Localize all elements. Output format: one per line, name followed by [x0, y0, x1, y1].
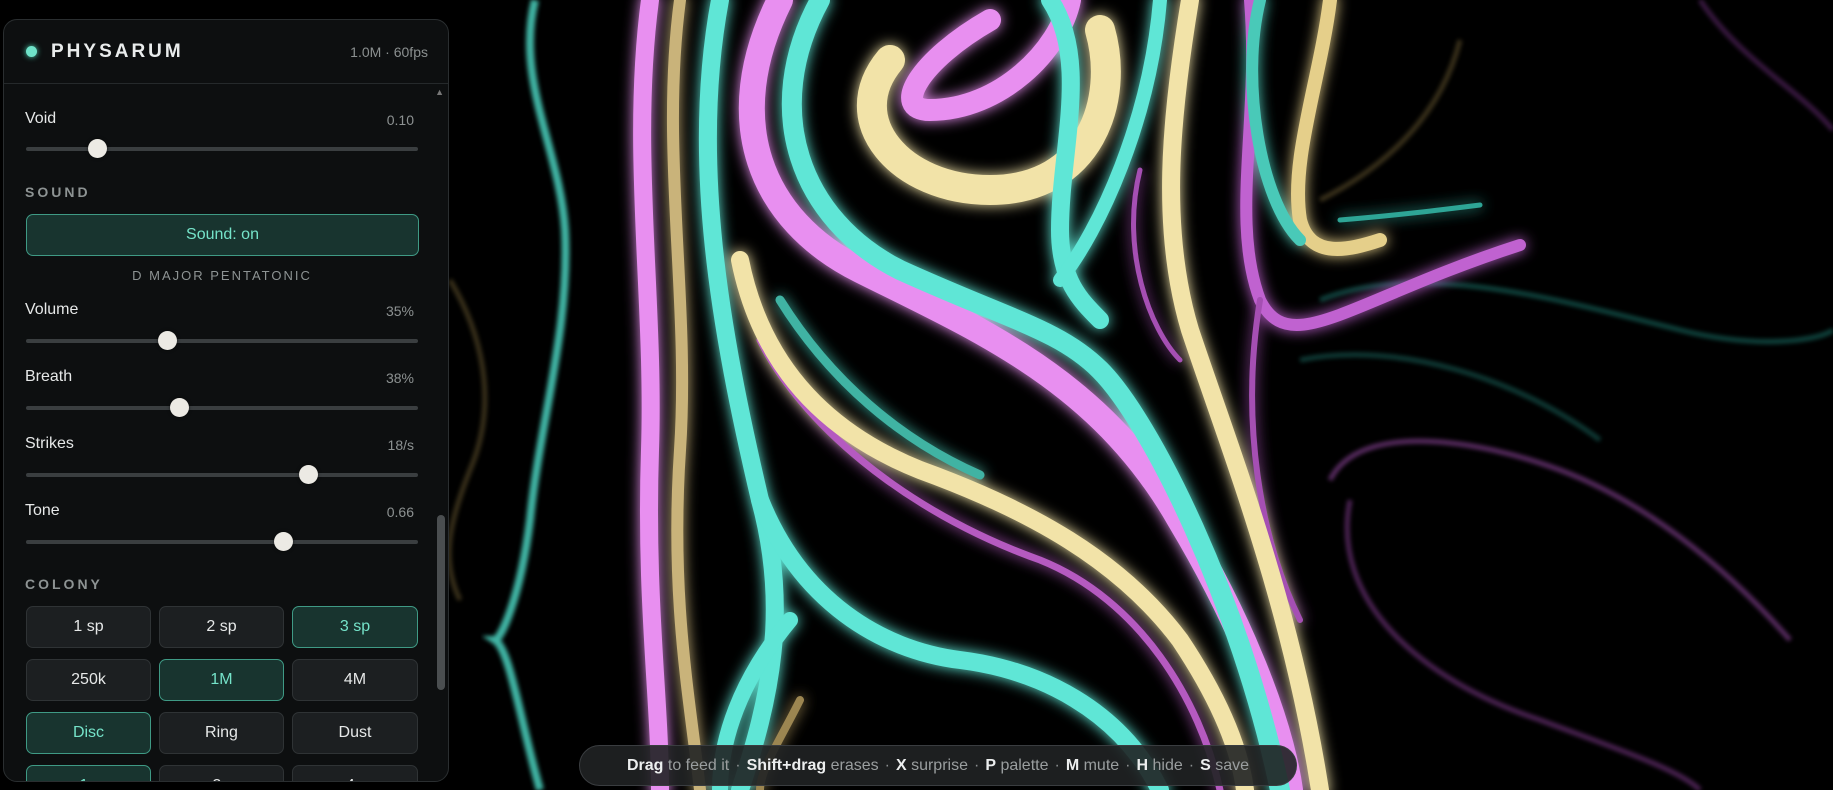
hint-key-s: S: [1200, 756, 1211, 774]
section-title-sound: SOUND: [25, 184, 91, 200]
species-2-button[interactable]: 2 sp: [159, 606, 284, 648]
panel-header: PHYSARUM 1.0M · 60fps: [4, 20, 448, 84]
agents-4m-button[interactable]: 4M: [292, 659, 418, 701]
hint-separator: ·: [884, 756, 890, 774]
slider-label-volume: Volume: [25, 301, 79, 318]
app-title: PHYSARUM: [51, 40, 184, 62]
seed-ring-button[interactable]: Ring: [159, 712, 284, 754]
speed-2x-button[interactable]: 2×: [159, 765, 284, 781]
hint-separator: ·: [1125, 756, 1131, 774]
hint-separator: ·: [1054, 756, 1060, 774]
slider-value-breath: 38%: [385, 370, 414, 386]
slider-thumb-tone[interactable]: [273, 532, 293, 551]
status-indicator-icon: [26, 46, 37, 57]
slider-value-strikes: 18/s: [387, 437, 414, 453]
hint-key-m: M: [1065, 756, 1080, 774]
hint-action-m: mute: [1083, 756, 1120, 774]
hint-action-drag: to feed it: [667, 756, 730, 774]
hint-key-shift-drag: Shift+drag: [746, 756, 827, 774]
slider-track-tone[interactable]: [26, 532, 418, 551]
slider-track-volume[interactable]: [26, 331, 418, 350]
slider-thumb-breath[interactable]: [169, 398, 189, 417]
hint-separator: ·: [973, 756, 980, 774]
hint-action-s: save: [1215, 756, 1250, 774]
hint-key-x: X: [895, 756, 907, 774]
fps-readout: 1.0M · 60fps: [350, 43, 428, 60]
hint-key-p: P: [985, 756, 996, 774]
slider-track-void[interactable]: [26, 139, 418, 158]
keyboard-hint-bar: Drag to feed it · Shift+drag erases · X …: [579, 745, 1297, 786]
speed-4x-button[interactable]: 4×: [292, 765, 418, 781]
agents-1m-button[interactable]: 1M: [159, 659, 284, 701]
species-1-button[interactable]: 1 sp: [26, 606, 151, 648]
slider-value-void: 0.10: [386, 112, 414, 128]
hint-key-h: H: [1136, 756, 1149, 774]
hint-action-h: hide: [1152, 756, 1183, 774]
slider-thumb-void[interactable]: [87, 139, 107, 158]
slider-label-tone: Tone: [25, 502, 60, 519]
seed-dust-button[interactable]: Dust: [292, 712, 418, 754]
hint-key-drag: Drag: [626, 756, 664, 774]
hint-action-shift-drag: erases: [830, 756, 879, 774]
slider-track-breath[interactable]: [26, 398, 418, 417]
seed-disc-button[interactable]: Disc: [26, 712, 151, 754]
slider-track-strikes[interactable]: [26, 465, 418, 484]
species-3-button[interactable]: 3 sp: [292, 606, 418, 648]
sound-toggle-button[interactable]: Sound: on: [26, 214, 419, 256]
hint-separator: ·: [735, 756, 741, 774]
slider-label-breath: Breath: [25, 368, 73, 385]
hint-action-p: palette: [1000, 756, 1049, 774]
hint-separator: ·: [1188, 756, 1195, 774]
control-panel: PHYSARUM 1.0M · 60fps Void 0.10 SOUND So…: [3, 19, 449, 782]
panel-scrollbar-thumb[interactable]: [437, 515, 445, 690]
slider-value-volume: 35%: [385, 303, 414, 319]
hint-action-x: surprise: [911, 756, 968, 774]
slider-thumb-volume[interactable]: [158, 331, 178, 350]
slider-thumb-strikes[interactable]: [299, 465, 319, 484]
sound-scale-label: D MAJOR PENTATONIC: [132, 268, 312, 283]
agents-250k-button[interactable]: 250k: [26, 659, 151, 701]
panel-scroll-area[interactable]: Void 0.10 SOUND Sound: on D MAJOR PENTAT…: [4, 85, 448, 781]
slider-label-void: Void: [25, 110, 57, 127]
slider-label-strikes: Strikes: [25, 435, 74, 452]
speed-1x-button[interactable]: 1×: [26, 765, 151, 781]
slider-value-tone: 0.66: [386, 504, 414, 520]
section-title-colony: COLONY: [25, 576, 103, 592]
